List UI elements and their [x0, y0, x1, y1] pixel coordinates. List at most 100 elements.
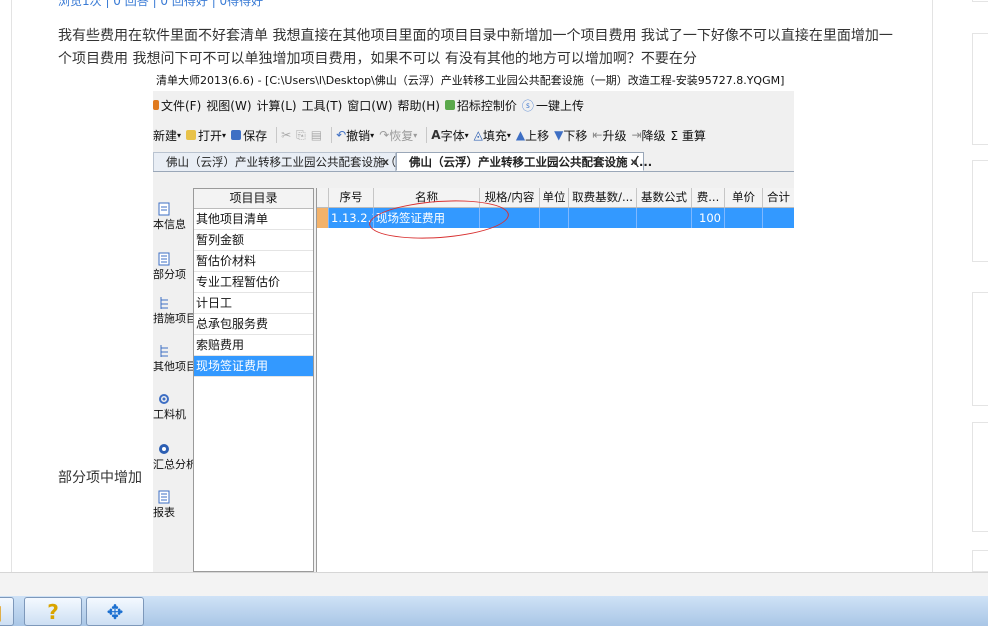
browser-status-bar: [0, 572, 988, 597]
fee-table: 序号 名称 规格/内容 单位 取费基数/... 基数公式 费... 单价 合计 …: [316, 188, 794, 572]
move-down-button[interactable]: ▼ 下移: [554, 127, 587, 144]
arrow-down-icon: ▼: [554, 128, 564, 142]
tree-item[interactable]: 暂估价材料: [194, 251, 313, 272]
tree-item[interactable]: 暂列金额: [194, 230, 313, 251]
table-cell[interactable]: [569, 208, 637, 228]
column-header[interactable]: [317, 188, 329, 207]
table-cell[interactable]: [725, 208, 763, 228]
menu-help[interactable]: 帮助(H): [398, 97, 440, 114]
chevron-down-icon: ▾: [222, 130, 227, 140]
sidebar-card[interactable]: [972, 160, 988, 262]
tab-project-2[interactable]: 佛山（云浮）产业转移工业园公共配套设施（... x: [396, 152, 652, 172]
sidebar-card[interactable]: [972, 422, 988, 532]
chevron-down-icon: ▾: [370, 130, 375, 140]
close-icon[interactable]: x: [383, 153, 389, 172]
promote-button[interactable]: ⇤ 升级: [592, 127, 626, 144]
nav-reports[interactable]: 报表: [153, 490, 191, 520]
tree-item[interactable]: 计日工: [194, 293, 313, 314]
nav-basic-info[interactable]: 本信息: [153, 202, 191, 232]
promote-icon: ⇤: [592, 128, 603, 142]
toolbar: 新建 ▾ 打开 ▾ 保存 ✂ ⎘ ▤ ↶ 撤销 ▾ ↷ 恢复 ▾ A 字体 ▾ ◬ 填充 ▾ ▲ 上移…: [153, 119, 794, 151]
sidebar-card[interactable]: [972, 292, 988, 406]
move-up-button[interactable]: ▲ 上移: [516, 127, 549, 144]
toolbar-separator: [426, 127, 428, 143]
column-header[interactable]: 取费基数/...: [569, 188, 637, 207]
demote-button[interactable]: ⇥ 降级: [631, 127, 665, 144]
menu-file[interactable]: 文件(F): [153, 97, 201, 114]
taskbar-app-button[interactable]: ▮: [0, 597, 14, 626]
table-cell[interactable]: [540, 208, 569, 228]
tree-header: 项目目录: [194, 189, 313, 209]
gear-icon: [159, 394, 169, 404]
menu-bar: 文件(F) 视图(W) 计算(L) 工具(T) 窗口(W) 帮助(H) 招标控制…: [153, 91, 794, 119]
content-right-border: [932, 0, 933, 572]
table-header: 序号 名称 规格/内容 单位 取费基数/... 基数公式 费... 单价 合计: [317, 188, 794, 208]
post-meta[interactable]: 浏览1次 | 0 回答 | 0 回得好 | 0得得好: [58, 0, 263, 9]
table-cell[interactable]: [637, 208, 692, 228]
tab-project-1[interactable]: 佛山（云浮）产业转移工业园公共配套设施（... x: [153, 152, 407, 172]
tree-item[interactable]: 专业工程暂估价: [194, 272, 313, 293]
table-cell[interactable]: [763, 208, 794, 228]
save-icon: [231, 130, 242, 140]
nav-other-items[interactable]: 其他项目: [153, 344, 197, 374]
doc-icon: [153, 100, 159, 110]
upload-icon: ⓢ: [521, 98, 534, 113]
new-button[interactable]: 新建 ▾: [153, 127, 181, 144]
tree-item[interactable]: 索赔费用: [194, 335, 313, 356]
folder-icon: [186, 130, 197, 140]
column-header[interactable]: 基数公式: [637, 188, 692, 207]
font-icon: A: [431, 128, 441, 142]
menu-bid-control[interactable]: 招标控制价: [444, 97, 517, 114]
column-header[interactable]: 单位: [540, 188, 569, 207]
circle-icon: [159, 444, 169, 454]
close-icon[interactable]: x: [631, 153, 637, 172]
recalc-button[interactable]: Σ 重算: [671, 127, 706, 144]
sidebar-card[interactable]: [972, 33, 988, 145]
nav-labor-materials[interactable]: 工料机: [153, 392, 191, 422]
list-icon: [158, 252, 170, 266]
arrow-up-icon: ▲: [515, 128, 526, 142]
taskbar-network-button[interactable]: ✥: [86, 597, 144, 626]
chevron-down-icon: ▾: [506, 130, 511, 140]
toolbar-separator: [276, 127, 278, 143]
software-screenshot: 清单大师2013(6.6) - [C:\Users\l\Desktop\佛山（云…: [153, 70, 794, 572]
nav-partial-items[interactable]: 部分项: [153, 252, 191, 282]
cut-icon[interactable]: ✂: [281, 128, 291, 142]
table-cell-rate[interactable]: 100: [692, 208, 725, 228]
fill-button[interactable]: ◬ 填充 ▾: [474, 127, 511, 144]
open-button[interactable]: 打开 ▾: [186, 127, 226, 144]
content-left-border: [11, 0, 12, 572]
tree-item-selected[interactable]: 现场签证费用: [194, 356, 313, 377]
calc-icon: [444, 100, 455, 110]
fill-icon: ◬: [473, 128, 483, 142]
copy-icon[interactable]: ⎘: [296, 128, 306, 143]
question-text: 我有些费用在软件里面不好套清单 我想直接在其他项目里面的项目目录中新增加一个项目…: [58, 28, 893, 67]
tree-item[interactable]: 其他项目清单: [194, 209, 313, 230]
column-header[interactable]: 单价: [725, 188, 763, 207]
nav-measures[interactable]: 措施项目: [153, 296, 197, 326]
report-icon: [158, 490, 170, 504]
sidebar-card[interactable]: [972, 550, 988, 572]
project-tree: 项目目录 其他项目清单 暂列金额 暂估价材料 专业工程暂估价 计日工 总承包服务…: [193, 188, 314, 572]
redo-button[interactable]: ↷ 恢复 ▾: [379, 127, 417, 144]
font-button[interactable]: A 字体 ▾: [431, 127, 468, 144]
sidebar-card[interactable]: [972, 0, 988, 2]
chevron-down-icon: ▾: [464, 130, 469, 140]
menu-view[interactable]: 视图(W): [206, 97, 251, 114]
demote-icon: ⇥: [631, 128, 642, 142]
column-header[interactable]: 序号: [329, 188, 374, 207]
menu-tools[interactable]: 工具(T): [302, 97, 343, 114]
undo-button[interactable]: ↶ 撤销 ▾: [336, 127, 374, 144]
menu-calc[interactable]: 计算(L): [257, 97, 297, 114]
taskbar-help-button[interactable]: ?: [24, 597, 82, 626]
save-button[interactable]: 保存: [231, 127, 267, 144]
menu-upload[interactable]: ⓢ 一键上传: [522, 97, 584, 114]
table-cell-seq[interactable]: 1.13.2.1: [329, 208, 374, 228]
menu-window[interactable]: 窗口(W): [347, 97, 392, 114]
tree-item[interactable]: 总承包服务费: [194, 314, 313, 335]
column-header[interactable]: 合计: [763, 188, 794, 207]
column-header[interactable]: 费...: [692, 188, 725, 207]
paste-icon[interactable]: ▤: [311, 128, 322, 142]
table-cell[interactable]: [317, 208, 329, 228]
nav-summary-analysis[interactable]: 汇总分析: [153, 442, 197, 472]
